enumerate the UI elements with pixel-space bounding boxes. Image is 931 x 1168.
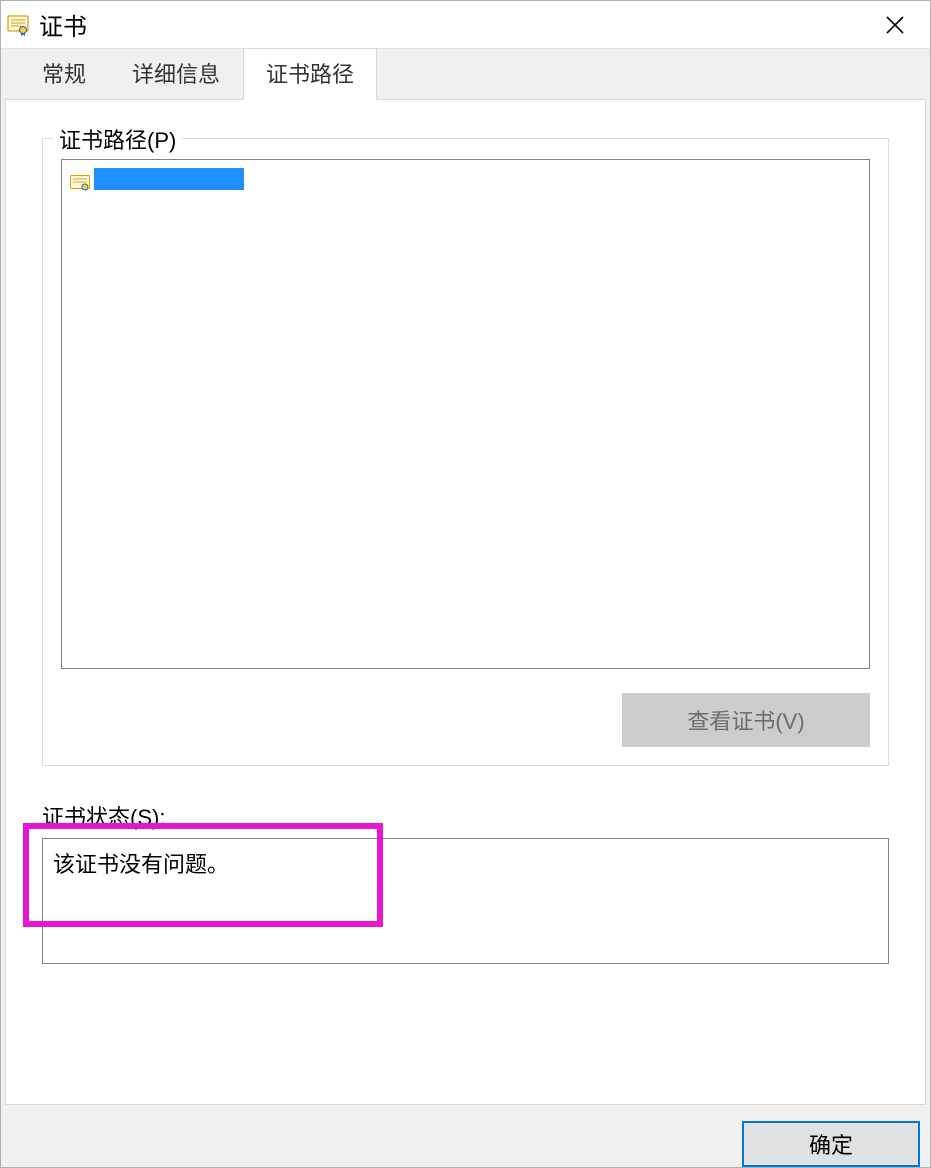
cert-path-tree[interactable] [61, 159, 870, 669]
window-title: 证书 [39, 7, 860, 42]
tab-cert-path[interactable]: 证书路径 [243, 48, 377, 100]
tab-details[interactable]: 详细信息 [109, 48, 243, 99]
cert-path-legend: 证书路径(P) [53, 123, 182, 155]
cert-status-area: 证书状态(S): 该证书没有问题。 [42, 800, 889, 964]
dialog-footer: 确定 [1, 1109, 930, 1167]
cert-path-item-label [94, 168, 244, 190]
cert-path-groupbox: 证书路径(P) [42, 138, 889, 766]
close-icon [885, 15, 905, 35]
titlebar: 证书 [1, 1, 930, 49]
view-certificate-button: 查看证书(V) [622, 693, 870, 747]
certificate-icon [7, 14, 29, 36]
certificate-dialog: 证书 常规 详细信息 证书路径 证书路径(P) [0, 0, 931, 1168]
tab-page-cert-path: 证书路径(P) [5, 99, 926, 1105]
client-area: 常规 详细信息 证书路径 证书路径(P) [1, 49, 930, 1167]
cert-status-box: 该证书没有问题。 [42, 838, 889, 964]
close-button[interactable] [860, 1, 930, 49]
ok-button[interactable]: 确定 [742, 1121, 920, 1167]
view-cert-row: 查看证书(V) [61, 693, 870, 747]
cert-path-tree-item[interactable] [70, 166, 861, 192]
certificate-icon [70, 171, 90, 187]
cert-status-label: 证书状态(S): [42, 800, 889, 838]
tab-strip: 常规 详细信息 证书路径 [1, 49, 930, 99]
cert-status-value: 该证书没有问题。 [53, 852, 229, 877]
tab-general[interactable]: 常规 [19, 48, 109, 99]
